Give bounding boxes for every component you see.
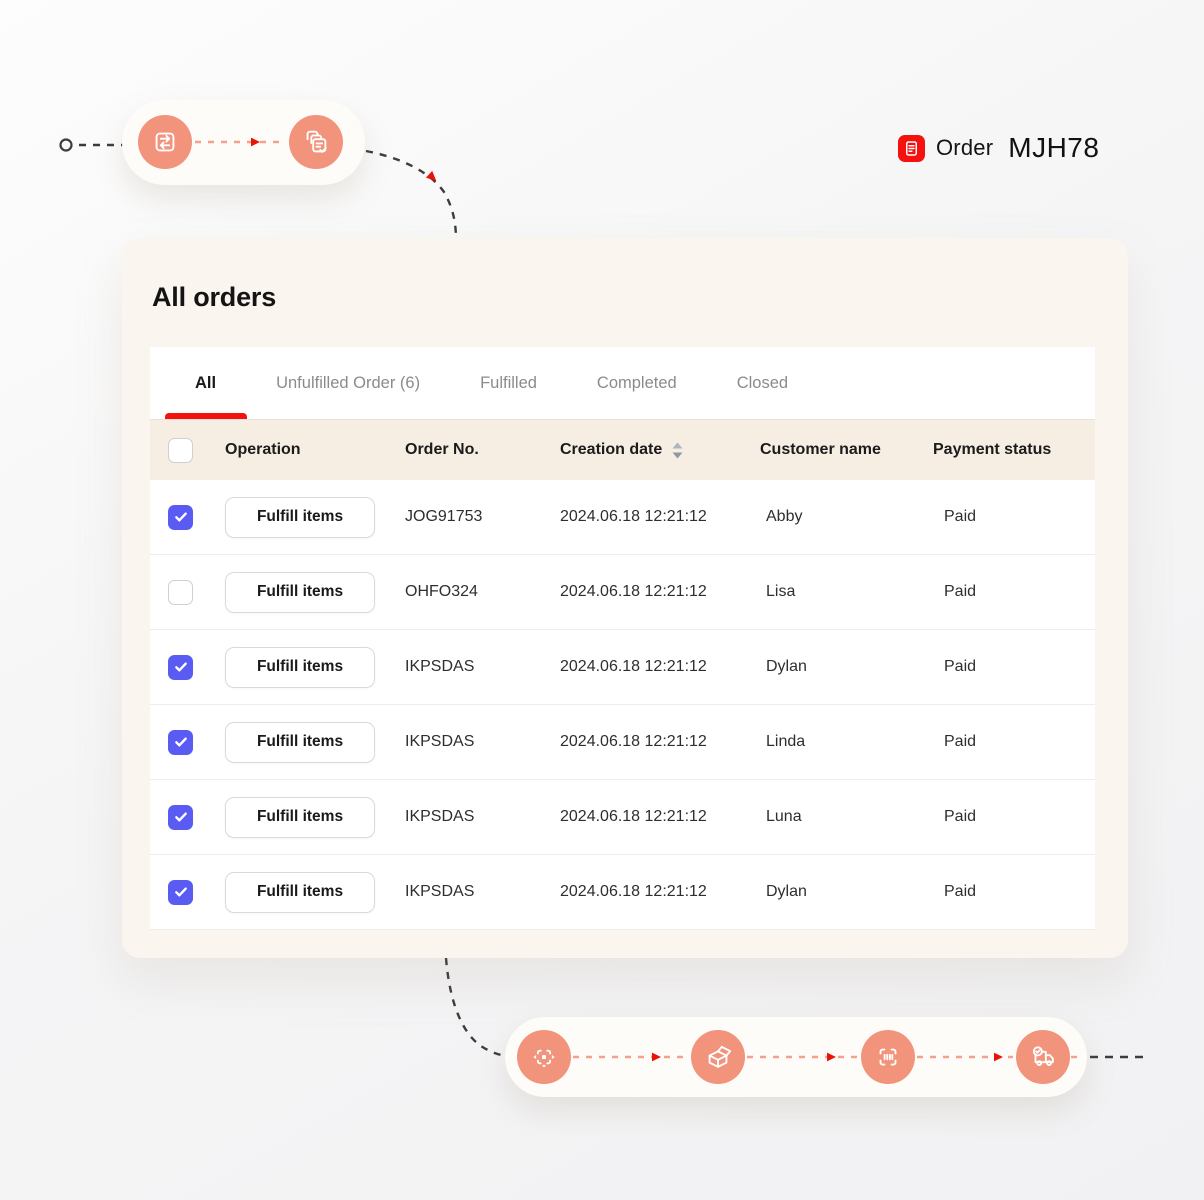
- check-icon: [176, 514, 185, 521]
- column-header-order-no: Order No.: [405, 441, 560, 459]
- customer-name-cell: Luna: [760, 808, 933, 826]
- customer-name-cell: Dylan: [760, 883, 933, 901]
- column-header-payment-status: Payment status: [933, 441, 1095, 459]
- order-no-cell: JOG91753: [405, 508, 560, 526]
- flow-pill-top: [122, 100, 365, 185]
- orders-table-panel: All Unfulfilled Order (6) Fulfilled Complet…: [150, 347, 1095, 930]
- customer-name-cell: Dylan: [760, 658, 933, 676]
- check-icon: [176, 664, 185, 671]
- check-icon: [176, 739, 185, 746]
- payment-status-cell: Paid: [933, 583, 1095, 601]
- table-row: Fulfill items IKPSDAS 2024.06.18 12:21:1…: [150, 855, 1095, 930]
- order-no-cell: OHFO324: [405, 583, 560, 601]
- payment-status-cell: Paid: [933, 883, 1095, 901]
- row-checkbox[interactable]: [168, 880, 193, 905]
- order-badge-label: Order: [936, 135, 993, 161]
- customer-name-cell: Lisa: [760, 583, 933, 601]
- order-no-cell: IKPSDAS: [405, 658, 560, 676]
- creation-date-cell: 2024.06.18 12:21:12: [560, 508, 760, 526]
- order-no-cell: IKPSDAS: [405, 808, 560, 826]
- red-arrowhead: [251, 138, 260, 147]
- creation-date-cell: 2024.06.18 12:21:12: [560, 883, 760, 901]
- customer-name-cell: Abby: [760, 508, 933, 526]
- all-orders-card: All orders All Unfulfilled Order (6) Fulfi…: [122, 238, 1128, 958]
- column-header-operation: Operation: [225, 441, 405, 459]
- flow-pill-bottom: [505, 1017, 1087, 1097]
- creation-date-cell: 2024.06.18 12:21:12: [560, 808, 760, 826]
- fulfill-items-button[interactable]: Fulfill items: [225, 497, 375, 538]
- order-badge-code: MJH78: [1008, 132, 1099, 164]
- table-row: Fulfill items JOG91753 2024.06.18 12:21:…: [150, 480, 1095, 555]
- row-checkbox[interactable]: [168, 505, 193, 530]
- red-arrowhead: [994, 1053, 1003, 1062]
- row-checkbox[interactable]: [168, 805, 193, 830]
- column-header-creation-date: Creation date: [560, 441, 662, 459]
- transfer-icon: [138, 115, 192, 169]
- tab-fulfilled[interactable]: Fulfilled: [480, 347, 537, 419]
- red-arrowhead: [827, 1053, 836, 1062]
- table-row: Fulfill items OHFO324 2024.06.18 12:21:1…: [150, 555, 1095, 630]
- red-arrowhead: [426, 171, 440, 185]
- payment-status-cell: Paid: [933, 733, 1095, 751]
- tab-all[interactable]: All: [195, 347, 216, 419]
- pill-dashed-connector: [505, 1017, 1087, 1097]
- order-status-tabs: All Unfulfilled Order (6) Fulfilled Complet…: [150, 347, 1095, 420]
- creation-date-cell: 2024.06.18 12:21:12: [560, 583, 760, 601]
- creation-date-cell: 2024.06.18 12:21:12: [560, 658, 760, 676]
- sort-icon[interactable]: [671, 441, 684, 460]
- fulfill-items-button[interactable]: Fulfill items: [225, 647, 375, 688]
- order-no-cell: IKPSDAS: [405, 733, 560, 751]
- package-icon: [691, 1030, 745, 1084]
- payment-status-cell: Paid: [933, 508, 1095, 526]
- delivery-truck-icon: [1016, 1030, 1070, 1084]
- tab-closed[interactable]: Closed: [737, 347, 788, 419]
- batch-documents-icon: [289, 115, 343, 169]
- tab-unfulfilled-order-6[interactable]: Unfulfilled Order (6): [276, 347, 420, 419]
- order-icon: [898, 135, 925, 162]
- check-icon: [176, 889, 185, 896]
- row-checkbox[interactable]: [168, 580, 193, 605]
- fulfill-items-button[interactable]: Fulfill items: [225, 722, 375, 763]
- row-checkbox[interactable]: [168, 730, 193, 755]
- column-header-customer-name: Customer name: [760, 441, 933, 459]
- table-header-row: Operation Order No. Creation date Custom…: [150, 420, 1095, 480]
- flow-start-dot: [61, 140, 72, 151]
- row-checkbox[interactable]: [168, 655, 193, 680]
- fulfill-items-button[interactable]: Fulfill items: [225, 797, 375, 838]
- check-icon: [176, 814, 185, 821]
- dimension-scan-icon: [517, 1030, 571, 1084]
- fulfill-items-button[interactable]: Fulfill items: [225, 572, 375, 613]
- red-arrowhead: [652, 1053, 661, 1062]
- table-row: Fulfill items IKPSDAS 2024.06.18 12:21:1…: [150, 630, 1095, 705]
- select-all-checkbox[interactable]: [168, 438, 193, 463]
- payment-status-cell: Paid: [933, 658, 1095, 676]
- tab-completed[interactable]: Completed: [597, 347, 677, 419]
- barcode-scan-icon: [861, 1030, 915, 1084]
- fulfill-items-button[interactable]: Fulfill items: [225, 872, 375, 913]
- payment-status-cell: Paid: [933, 808, 1095, 826]
- table-row: Fulfill items IKPSDAS 2024.06.18 12:21:1…: [150, 705, 1095, 780]
- order-no-cell: IKPSDAS: [405, 883, 560, 901]
- table-row: Fulfill items IKPSDAS 2024.06.18 12:21:1…: [150, 780, 1095, 855]
- order-badge: Order MJH78: [898, 132, 1099, 164]
- creation-date-cell: 2024.06.18 12:21:12: [560, 733, 760, 751]
- page-title: All orders: [152, 282, 1128, 313]
- customer-name-cell: Linda: [760, 733, 933, 751]
